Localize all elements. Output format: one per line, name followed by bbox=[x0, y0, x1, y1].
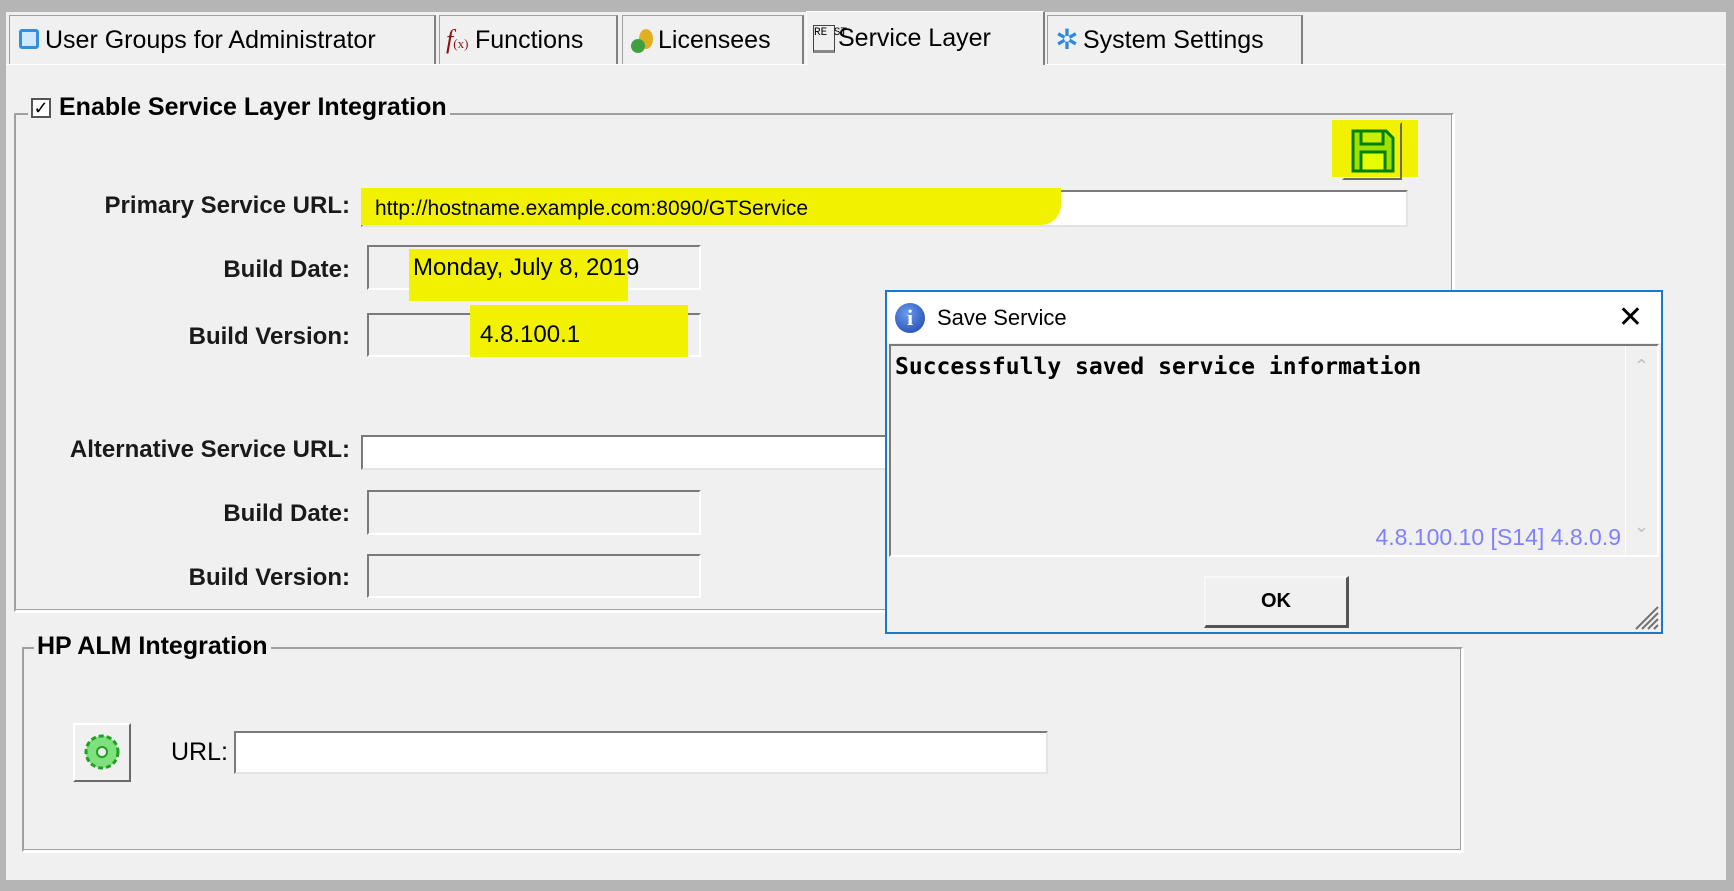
build-version-field: 4.8.100.1 bbox=[367, 305, 701, 357]
alt-url-label: Alternative Service URL: bbox=[69, 436, 350, 463]
tab-label: Service Layer bbox=[838, 24, 991, 52]
hp-alm-title: HP ALM Integration bbox=[34, 632, 271, 661]
settings-arrows-icon: ✲ bbox=[1055, 24, 1079, 55]
ok-button[interactable]: OK bbox=[1204, 576, 1349, 628]
version-text: 4.8.100.10 [S14] 4.8.0.9 bbox=[1375, 524, 1621, 550]
primary-url-label: Primary Service URL: bbox=[104, 192, 350, 219]
info-icon: i bbox=[895, 302, 925, 333]
primary-url-value: http://hostname.example.com:8090/GTServi… bbox=[375, 196, 809, 220]
tab-licensees[interactable]: Licensees bbox=[622, 15, 804, 64]
build-date-value: Monday, July 8, 2019 bbox=[413, 253, 640, 281]
close-button[interactable]: ✕ bbox=[1618, 300, 1643, 335]
enable-label: Enable Service Layer Integration bbox=[59, 93, 447, 121]
save-service-dialog: i Save Service ✕ Successfully saved serv… bbox=[885, 290, 1663, 634]
tab-label: Licensees bbox=[658, 25, 771, 54]
tab-user-groups[interactable]: User Groups for Administrator bbox=[9, 15, 436, 64]
dialog-title-bar: i Save Service ✕ bbox=[887, 292, 1661, 343]
enable-service-layer-checkbox[interactable]: ✓ Enable Service Layer Integration bbox=[28, 93, 450, 122]
tab-system-settings[interactable]: ✲ System Settings bbox=[1047, 15, 1303, 64]
hp-alm-url-input[interactable] bbox=[234, 731, 1048, 774]
build-version-value: 4.8.100.1 bbox=[480, 321, 581, 348]
hp-alm-configure-button[interactable] bbox=[73, 723, 131, 782]
message-scrollbar[interactable]: ⌃ ⌄ bbox=[1625, 346, 1657, 555]
scroll-up-icon[interactable]: ⌃ bbox=[1634, 356, 1649, 377]
resize-grip-icon[interactable] bbox=[1631, 602, 1659, 630]
alt-build-date-label: Build Date: bbox=[223, 500, 350, 527]
primary-url-input[interactable]: http://hostname.example.com:8090/GTServi… bbox=[361, 188, 1408, 227]
monitor-icon bbox=[16, 27, 42, 53]
dialog-message: Successfully saved service information bbox=[895, 354, 1422, 380]
tab-label: Functions bbox=[475, 25, 584, 54]
tab-label: User Groups for Administrator bbox=[45, 25, 376, 54]
save-button[interactable] bbox=[1342, 122, 1402, 180]
alt-build-version-label: Build Version: bbox=[188, 564, 350, 591]
alt-build-date-field bbox=[367, 490, 701, 535]
scroll-down-icon[interactable]: ⌄ bbox=[1634, 516, 1649, 537]
hp-alm-url-label: URL: bbox=[171, 738, 228, 766]
dialog-title: Save Service bbox=[937, 304, 1067, 330]
tab-label: System Settings bbox=[1083, 25, 1264, 54]
tab-service-layer[interactable]: RE ST Service Layer bbox=[806, 11, 1045, 65]
gear-icon bbox=[84, 734, 120, 770]
build-date-field: Monday, July 8, 2019 bbox=[367, 245, 701, 301]
function-icon: f(x) bbox=[446, 25, 469, 54]
alt-build-version-field bbox=[367, 554, 701, 598]
users-icon bbox=[629, 27, 655, 53]
build-date-label: Build Date: bbox=[223, 256, 350, 283]
message-area: Successfully saved service information 4… bbox=[889, 344, 1659, 557]
checkbox-icon: ✓ bbox=[31, 97, 51, 118]
build-version-label: Build Version: bbox=[188, 323, 350, 350]
rest-icon: RE ST bbox=[813, 24, 847, 53]
tab-functions[interactable]: f(x) Functions bbox=[439, 15, 618, 64]
floppy-save-icon bbox=[1351, 129, 1395, 173]
